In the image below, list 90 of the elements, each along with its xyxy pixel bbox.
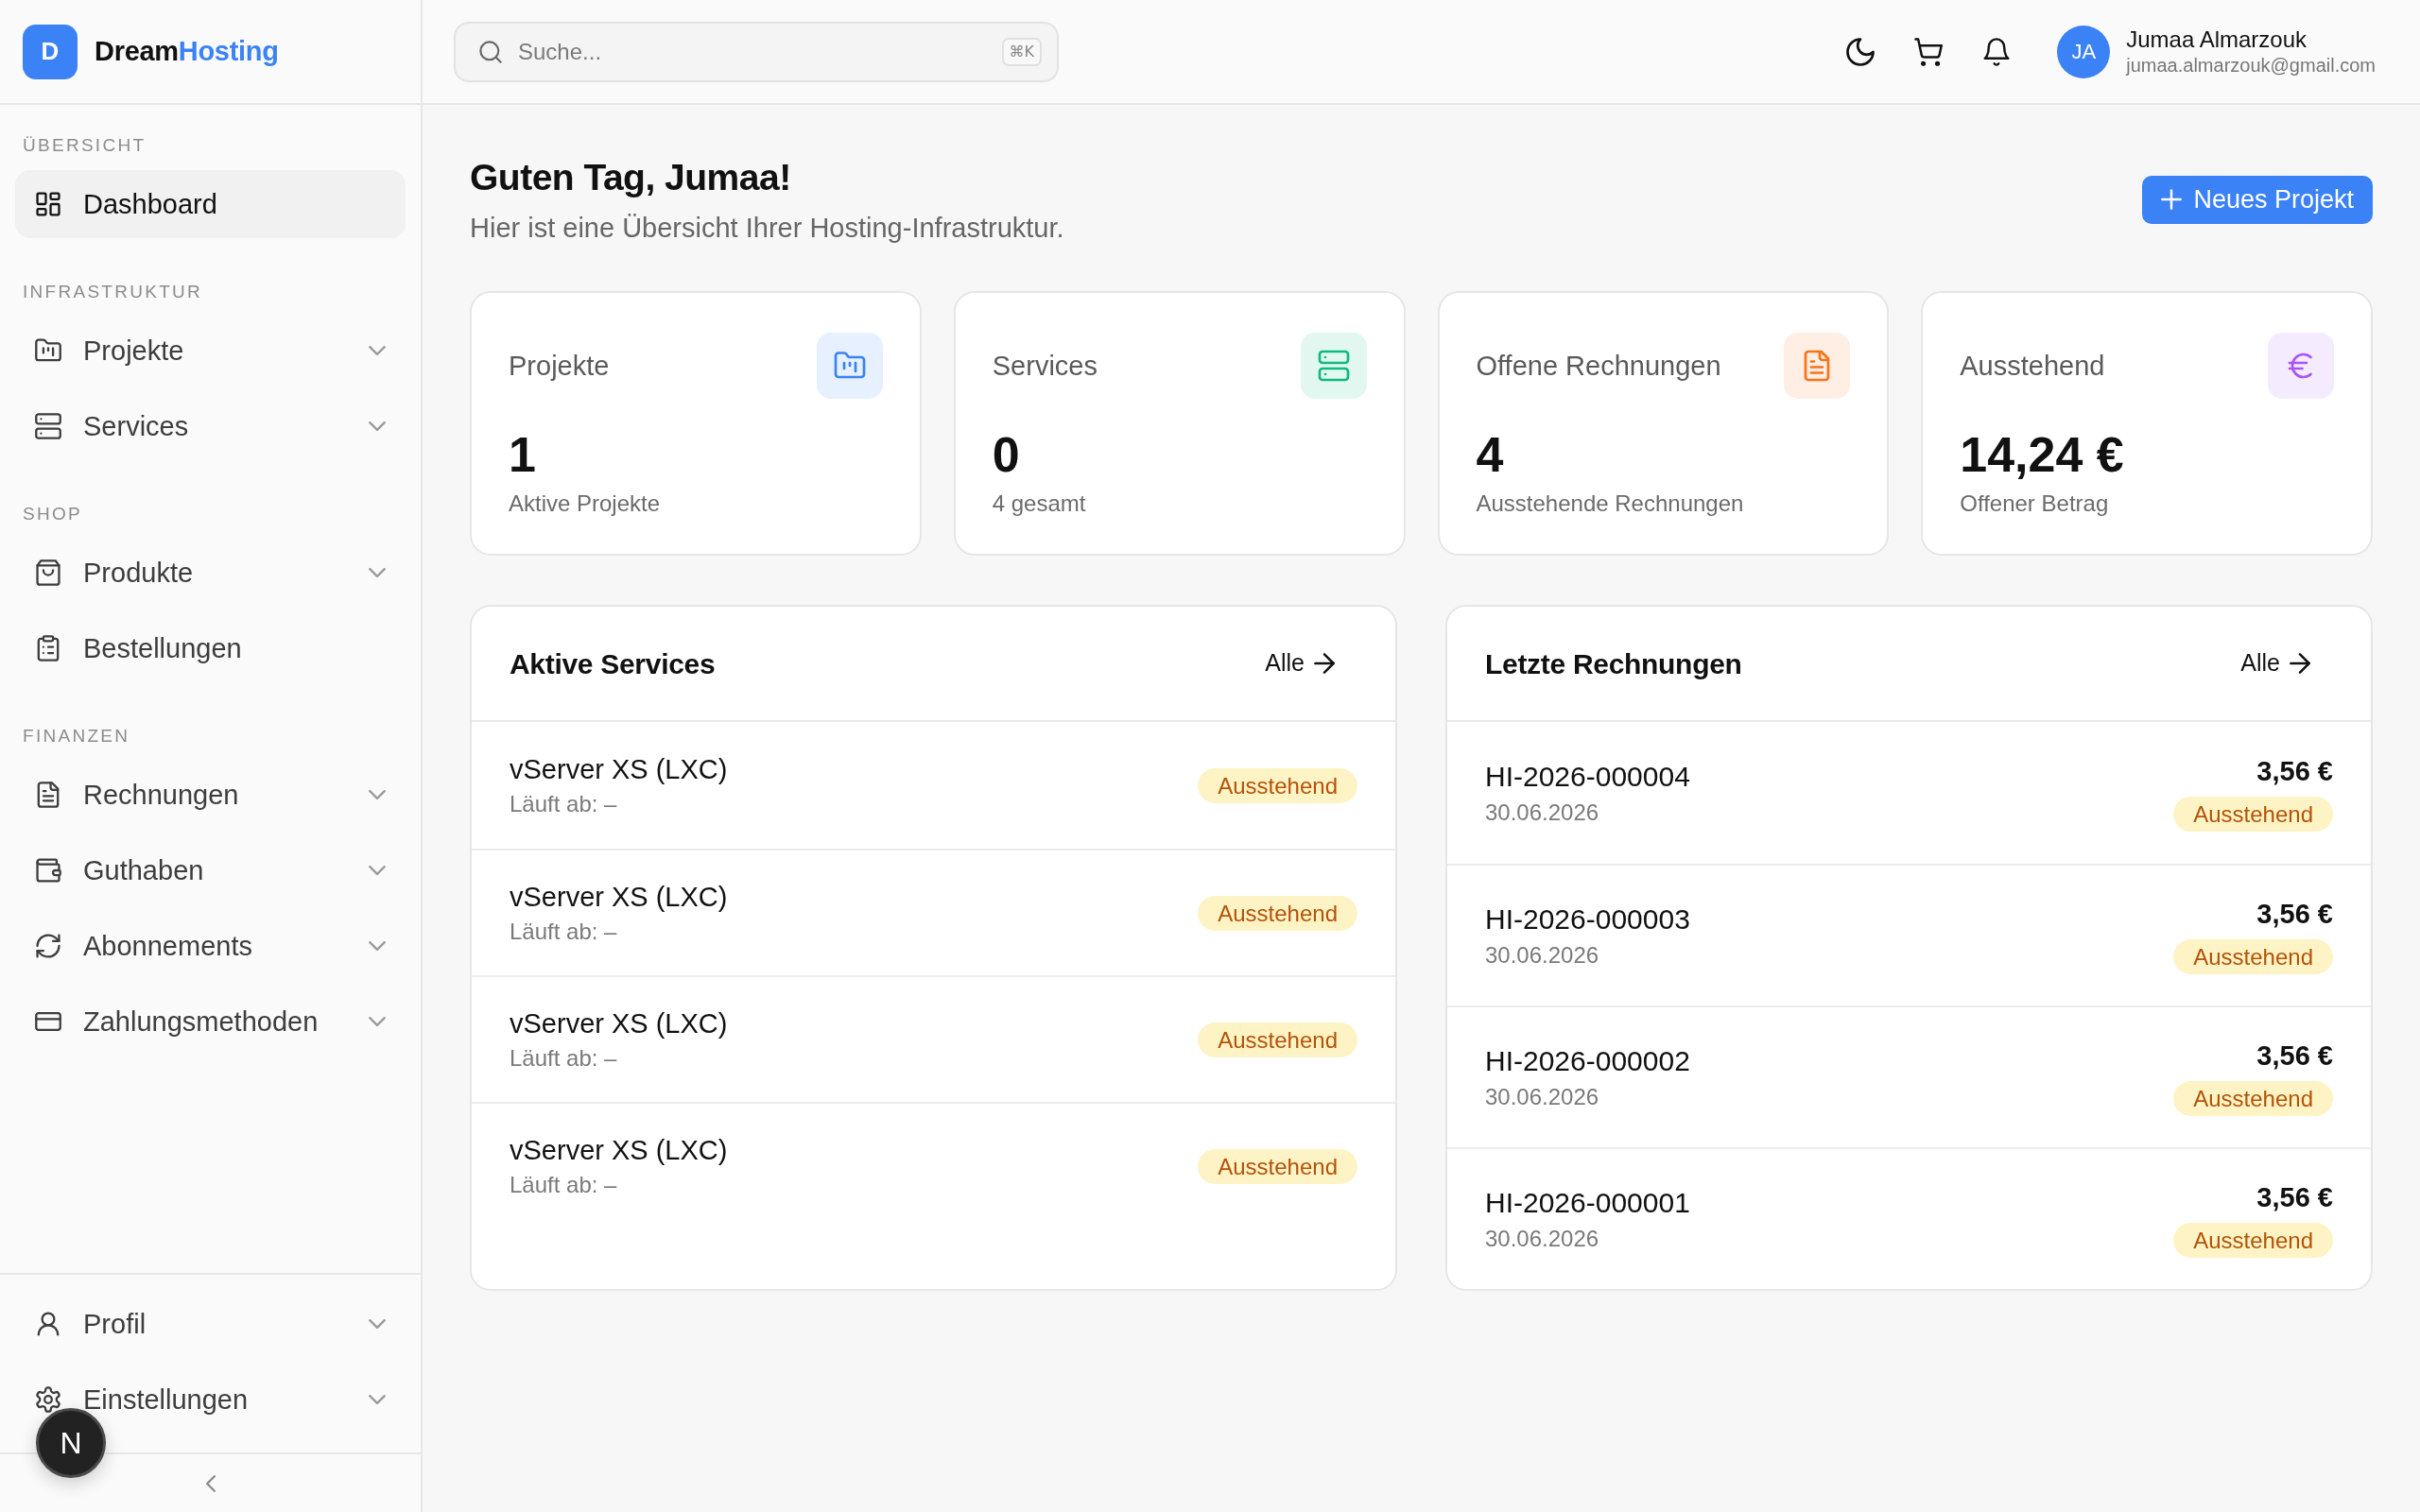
invoice-date: 30.06.2026 [1485, 941, 1600, 970]
layout-grid-icon [35, 191, 61, 217]
expiry-text: Läuft ab: – [510, 918, 618, 946]
sidebar-item[interactable]: Bestellungen [15, 614, 406, 682]
section-heading: SHOP [23, 503, 82, 525]
folder-icon [816, 333, 883, 399]
user-name: Jumaa Almarzouk [2126, 26, 2308, 54]
invoice-number: HI-2026-000003 [1485, 902, 1690, 936]
stat-caption: Aktive Projekte [509, 490, 662, 518]
sidebar-item[interactable]: Rechnungen [15, 761, 406, 829]
stat-caption: 4 gesamt [992, 490, 1087, 518]
euro-icon [2268, 333, 2334, 399]
stat-title: Services [992, 350, 1098, 383]
arrow-right-icon [1314, 653, 1335, 674]
expiry-text: Läuft ab: – [510, 790, 618, 818]
wallet-icon [35, 857, 61, 884]
brand-name[interactable]: DreamHosting [95, 30, 279, 73]
status-badge: Ausstehend [2173, 938, 2333, 974]
status-badge: Ausstehend [2173, 796, 2333, 832]
status-badge: Ausstehend [1198, 1022, 1357, 1057]
arrow-right-icon [2290, 653, 2310, 674]
document-icon [35, 782, 61, 808]
sidebar-item[interactable]: Services [15, 392, 406, 460]
invoice-number: HI-2026-000001 [1485, 1186, 1690, 1220]
stat-value: 1 [509, 426, 536, 483]
stat-title: Projekte [509, 350, 610, 383]
sidebar-item[interactable]: Zahlungsmethoden [15, 988, 406, 1056]
status-badge: Ausstehend [2173, 1080, 2333, 1116]
invoice-date: 30.06.2026 [1485, 799, 1600, 827]
sidebar-item[interactable]: Projekte [15, 317, 406, 385]
user-avatar[interactable]: JA [2057, 25, 2111, 78]
service-name: vServer XS (LXC) [510, 881, 728, 914]
stat-value: 0 [992, 426, 1020, 483]
refresh-icon [35, 933, 61, 959]
invoice-number: HI-2026-000004 [1485, 760, 1690, 794]
sidebar-item[interactable]: Dashboard [15, 170, 406, 238]
invoice-date: 30.06.2026 [1485, 1083, 1600, 1111]
invoice-date: 30.06.2026 [1485, 1225, 1600, 1253]
stat-value: 4 [1476, 426, 1504, 483]
sidebar-item[interactable]: Guthaben [15, 836, 406, 904]
expiry-text: Läuft ab: – [510, 1044, 618, 1073]
expiry-text: Läuft ab: – [510, 1171, 618, 1199]
invoice-amount: 3,56 € [2256, 1180, 2333, 1213]
status-badge: Ausstehend [2173, 1222, 2333, 1258]
user-email: jumaa.almarzouk@gmail.com [2126, 54, 2376, 77]
page-title: Guten Tag, Jumaa! [470, 156, 792, 199]
service-name: vServer XS (LXC) [510, 753, 728, 786]
invoice-amount: 3,56 € [2256, 754, 2333, 787]
search-icon [478, 39, 503, 64]
status-badge: Ausstehend [1198, 1148, 1357, 1184]
bell-icon[interactable] [1982, 37, 2012, 66]
section-heading: FINANZEN [23, 725, 130, 747]
new-project-button[interactable]: Neues Projekt [2142, 175, 2373, 224]
moon-icon[interactable] [1846, 37, 1876, 66]
clipboard-list-icon [35, 635, 61, 662]
status-badge: Ausstehend [1198, 767, 1357, 803]
shortcut-hint: ⌘K [1001, 37, 1042, 66]
service-name: vServer XS (LXC) [510, 1134, 728, 1167]
folder-icon [35, 337, 61, 364]
user-icon [35, 1311, 61, 1337]
stat-caption: Ausstehende Rechnungen [1476, 490, 1745, 518]
plus-icon [2161, 189, 2183, 210]
view-all-link[interactable]: Alle [2227, 638, 2324, 689]
invoice-amount: 3,56 € [2256, 1039, 2333, 1072]
settings-icon [35, 1386, 61, 1413]
stat-value: 14,24 € [1960, 426, 2124, 483]
stat-caption: Offener Betrag [1960, 490, 2110, 518]
stat-title: Ausstehend [1960, 350, 2105, 383]
section-heading: ÜBERSICHT [23, 134, 147, 157]
section-heading: INFRASTRUKTUR [23, 281, 203, 303]
search-input[interactable]: Suche... [518, 32, 987, 71]
card-title: Letzte Rechnungen [1485, 646, 1742, 681]
stat-title: Offene Rechnungen [1476, 350, 1721, 383]
invoice-number: HI-2026-000002 [1485, 1044, 1690, 1078]
logo-tile[interactable]: D [23, 24, 78, 79]
sidebar-item[interactable]: Produkte [15, 539, 406, 607]
sidebar-item[interactable]: Profil [15, 1290, 406, 1358]
status-badge: Ausstehend [1198, 895, 1357, 931]
view-all-link[interactable]: Alle [1252, 638, 1348, 689]
document-icon [1784, 333, 1851, 399]
page-subtitle: Hier ist eine Übersicht Ihrer Hosting-Infrastruktur. [470, 212, 1064, 245]
dev-tools-button[interactable]: N [36, 1408, 106, 1478]
sidebar-item[interactable]: Abonnements [15, 912, 406, 980]
server-icon [35, 413, 61, 439]
server-icon [1300, 333, 1367, 399]
invoice-amount: 3,56 € [2256, 897, 2333, 930]
shopping-bag-icon [35, 559, 61, 586]
card-title: Aktive Services [510, 646, 716, 681]
service-name: vServer XS (LXC) [510, 1007, 728, 1040]
cart-icon[interactable] [1914, 37, 1944, 66]
